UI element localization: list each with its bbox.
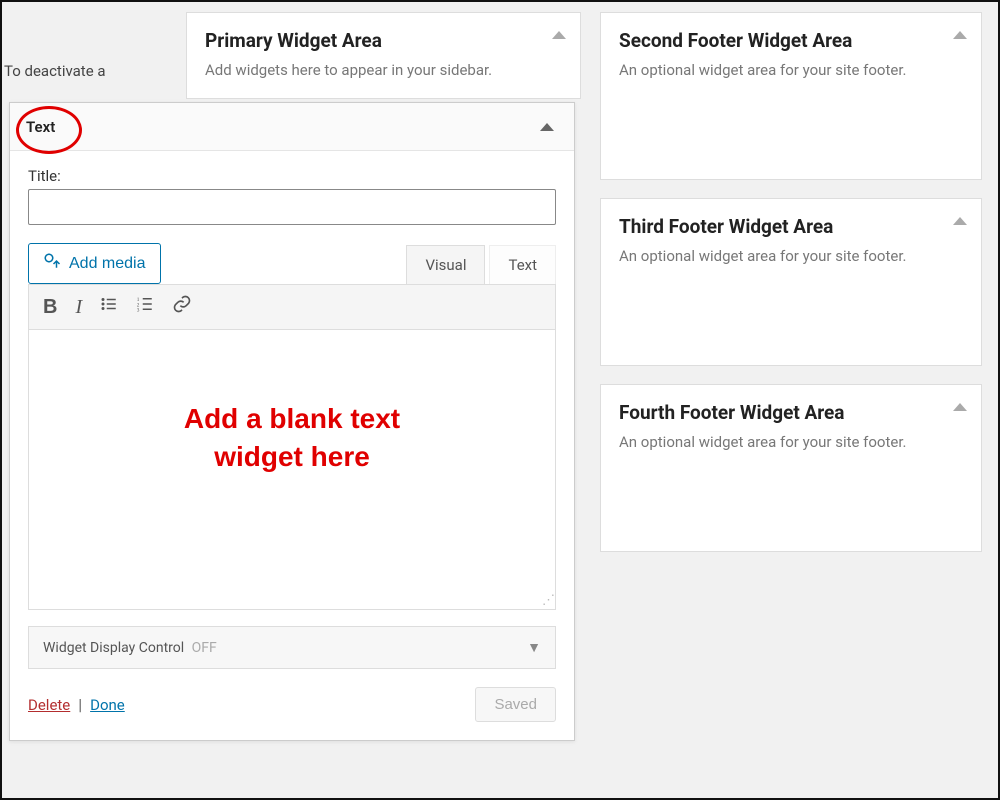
add-media-button[interactable]: Add media (28, 243, 161, 284)
unordered-list-button[interactable] (100, 295, 118, 319)
done-link[interactable]: Done (90, 696, 125, 714)
footer-area-title: Fourth Footer Widget Area (619, 401, 963, 424)
footer-area-desc: An optional widget area for your site fo… (619, 246, 963, 266)
primary-area-desc: Add widgets here to appear in your sideb… (205, 60, 562, 80)
chevron-up-icon[interactable] (953, 403, 967, 411)
text-widget-panel: Text Title: Add media Visual (9, 102, 575, 741)
footer-area-title: Second Footer Widget Area (619, 29, 963, 52)
footer-area-fourth[interactable]: Fourth Footer Widget Area An optional wi… (600, 384, 982, 552)
title-label: Title: (28, 167, 556, 185)
footer-area-third[interactable]: Third Footer Widget Area An optional wid… (600, 198, 982, 366)
saved-button: Saved (475, 687, 556, 722)
italic-button[interactable]: I (75, 296, 82, 319)
ordered-list-button[interactable]: 123 (136, 295, 154, 319)
tab-text[interactable]: Text (489, 245, 556, 284)
bold-button[interactable]: B (43, 296, 57, 319)
separator: | (78, 695, 82, 714)
text-widget-header[interactable]: Text (10, 103, 574, 151)
chevron-down-icon[interactable]: ▼ (527, 639, 541, 656)
annotation-text: Add a blank text widget here (29, 400, 555, 476)
delete-link[interactable]: Delete (28, 696, 70, 714)
chevron-up-icon[interactable] (540, 123, 554, 131)
svg-text:3: 3 (137, 308, 140, 314)
title-input[interactable] (28, 189, 556, 225)
footer-area-desc: An optional widget area for your site fo… (619, 60, 963, 80)
chevron-up-icon[interactable] (552, 31, 566, 39)
link-button[interactable] (172, 294, 192, 320)
widget-display-control[interactable]: Widget Display Control OFF ▼ (28, 626, 556, 669)
add-media-label: Add media (69, 255, 146, 273)
primary-area-title: Primary Widget Area (205, 29, 562, 52)
tab-visual[interactable]: Visual (406, 245, 485, 284)
footer-area-desc: An optional widget area for your site fo… (619, 432, 963, 452)
editor-toolbar: B I 123 (28, 284, 556, 330)
resize-handle-icon[interactable]: ⋰ (542, 593, 552, 608)
sidebar-note: To deactivate a (4, 62, 184, 80)
footer-area-second[interactable]: Second Footer Widget Area An optional wi… (600, 12, 982, 180)
media-icon (43, 252, 61, 275)
footer-area-title: Third Footer Widget Area (619, 215, 963, 238)
chevron-up-icon[interactable] (953, 31, 967, 39)
primary-widget-area[interactable]: Primary Widget Area Add widgets here to … (186, 12, 581, 99)
wdc-label: Widget Display Control (43, 640, 184, 656)
editor-textarea[interactable]: Add a blank text widget here ⋰ (28, 330, 556, 610)
wdc-state: OFF (192, 640, 217, 656)
chevron-up-icon[interactable] (953, 217, 967, 225)
text-widget-label: Text (26, 118, 55, 136)
